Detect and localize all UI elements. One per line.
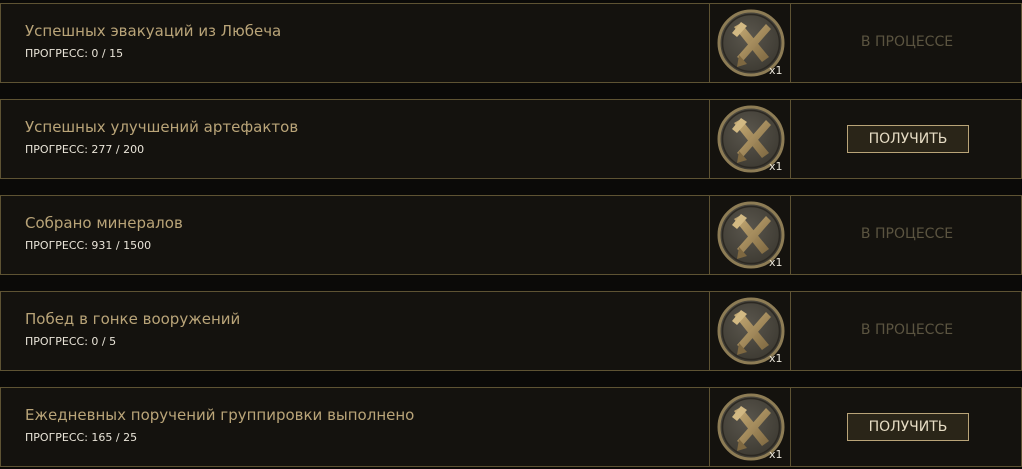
reward-quantity: x1 bbox=[769, 448, 783, 461]
task-reward: x1 bbox=[709, 388, 791, 466]
task-title: Побед в гонке вооружений bbox=[25, 310, 241, 328]
task-title: Ежедневных поручений группировки выполне… bbox=[25, 406, 415, 424]
status-in-progress: В ПРОЦЕССЕ bbox=[860, 34, 954, 50]
task-progress: ПРОГРЕСС: 165 / 25 bbox=[25, 431, 138, 444]
task-action: ПОЛУЧИТЬ bbox=[791, 100, 1021, 178]
task-row: Успешных эвакуаций из Любеча ПРОГРЕСС: 0… bbox=[0, 3, 1022, 83]
task-reward: x1 bbox=[709, 196, 791, 274]
task-progress: ПРОГРЕСС: 277 / 200 bbox=[25, 143, 145, 156]
status-in-progress: В ПРОЦЕССЕ bbox=[860, 322, 954, 338]
task-title: Собрано минералов bbox=[25, 214, 183, 232]
claim-button[interactable]: ПОЛУЧИТЬ bbox=[847, 125, 969, 153]
reward-quantity: x1 bbox=[769, 352, 783, 365]
task-progress: ПРОГРЕСС: 0 / 5 bbox=[25, 335, 117, 348]
task-action: В ПРОЦЕССЕ bbox=[791, 196, 1021, 274]
claim-button[interactable]: ПОЛУЧИТЬ bbox=[847, 413, 969, 441]
task-reward: x1 bbox=[709, 4, 791, 82]
task-reward: x1 bbox=[709, 292, 791, 370]
task-reward: x1 bbox=[709, 100, 791, 178]
task-info: Собрано минералов ПРОГРЕСС: 931 / 1500 bbox=[1, 196, 709, 274]
task-info: Побед в гонке вооружений ПРОГРЕСС: 0 / 5 bbox=[1, 292, 709, 370]
reward-quantity: x1 bbox=[769, 64, 783, 77]
task-info: Ежедневных поручений группировки выполне… bbox=[1, 388, 709, 466]
task-list: Успешных эвакуаций из Любеча ПРОГРЕСС: 0… bbox=[0, 0, 1022, 469]
reward-quantity: x1 bbox=[769, 160, 783, 173]
task-title: Успешных улучшений артефактов bbox=[25, 118, 299, 136]
task-action: В ПРОЦЕССЕ bbox=[791, 292, 1021, 370]
reward-quantity: x1 bbox=[769, 256, 783, 269]
status-in-progress: В ПРОЦЕССЕ bbox=[860, 226, 954, 242]
task-progress: ПРОГРЕСС: 931 / 1500 bbox=[25, 239, 152, 252]
task-row: Успешных улучшений артефактов ПРОГРЕСС: … bbox=[0, 99, 1022, 179]
task-row: Ежедневных поручений группировки выполне… bbox=[0, 387, 1022, 467]
task-action: В ПРОЦЕССЕ bbox=[791, 4, 1021, 82]
task-info: Успешных эвакуаций из Любеча ПРОГРЕСС: 0… bbox=[1, 4, 709, 82]
task-row: Побед в гонке вооружений ПРОГРЕСС: 0 / 5… bbox=[0, 291, 1022, 371]
task-title: Успешных эвакуаций из Любеча bbox=[25, 22, 282, 40]
task-info: Успешных улучшений артефактов ПРОГРЕСС: … bbox=[1, 100, 709, 178]
task-row: Собрано минералов ПРОГРЕСС: 931 / 1500 x… bbox=[0, 195, 1022, 275]
task-progress: ПРОГРЕСС: 0 / 15 bbox=[25, 47, 124, 60]
task-action: ПОЛУЧИТЬ bbox=[791, 388, 1021, 466]
